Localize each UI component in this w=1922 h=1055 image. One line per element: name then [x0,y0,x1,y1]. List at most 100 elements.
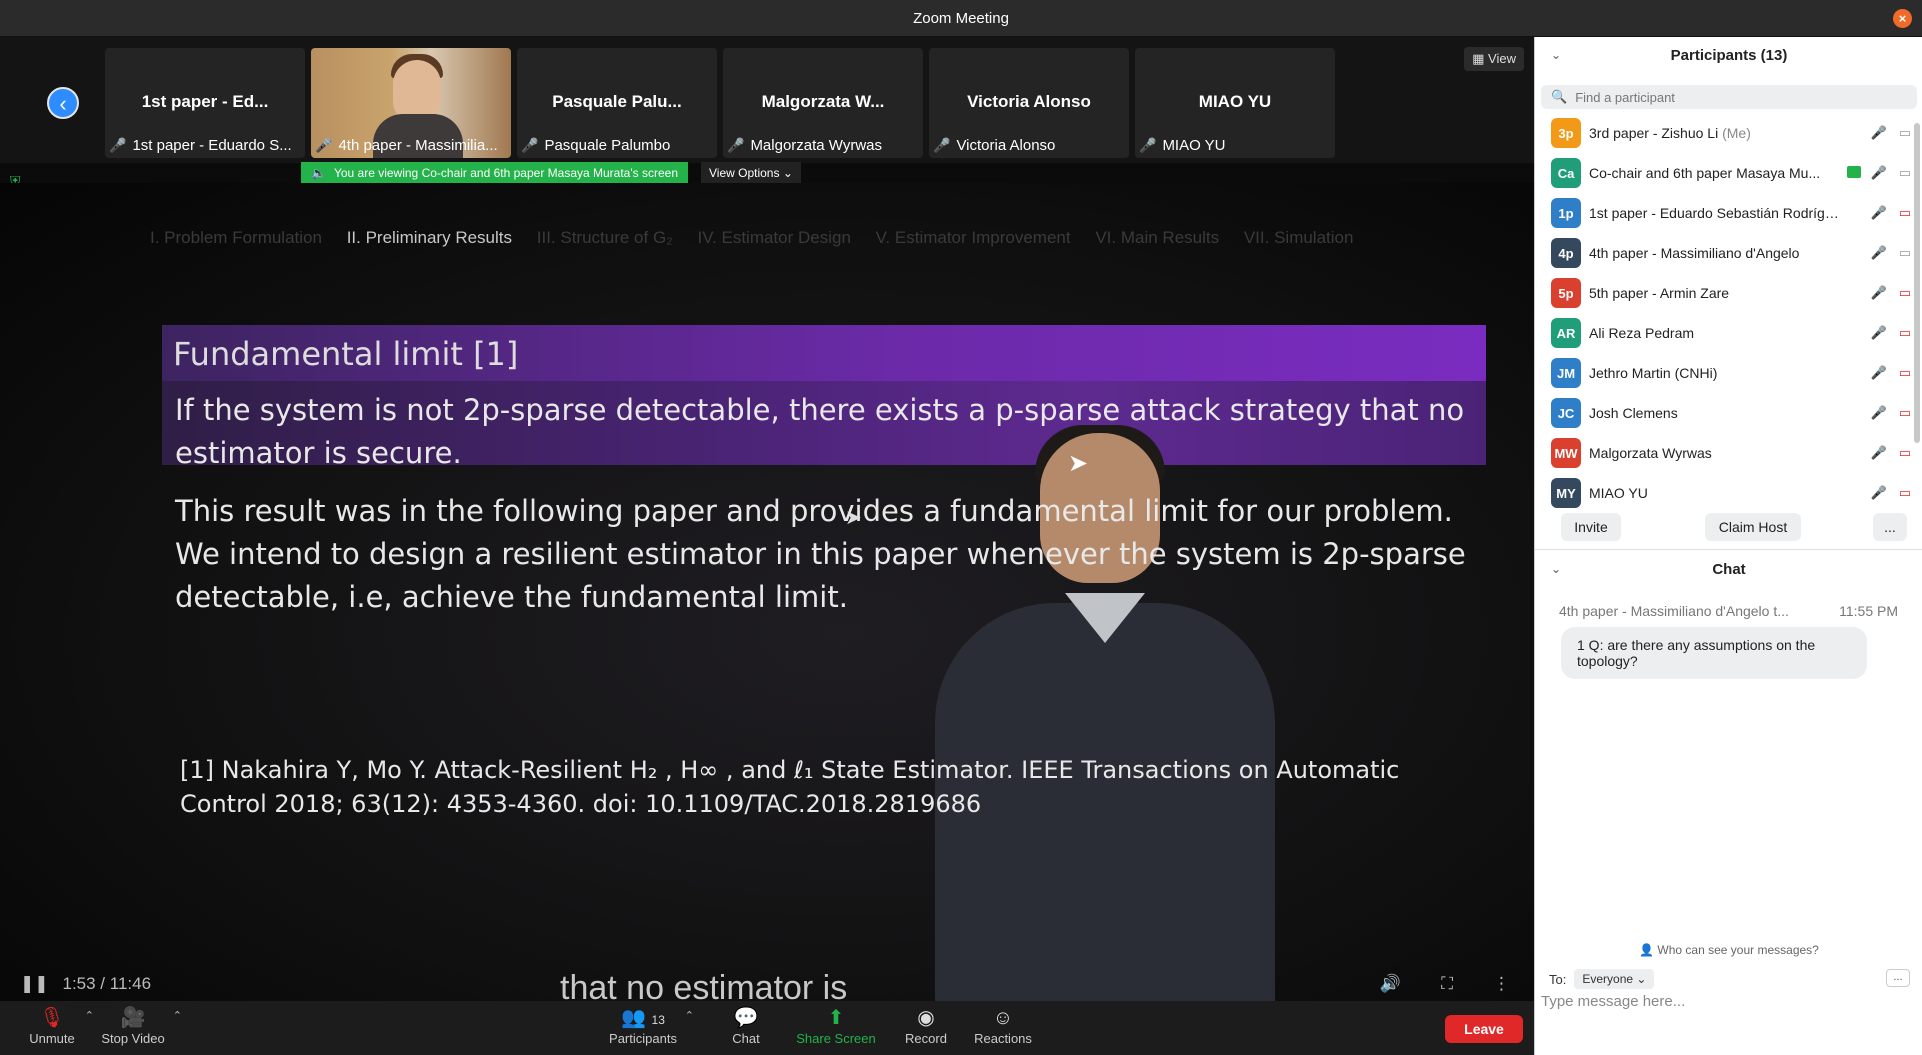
participant-name: Ali Reza Pedram [1589,325,1695,341]
video-off-icon: ▭ [1898,205,1911,220]
participant-row[interactable]: AR Ali Reza Pedram 🎤 ▭ [1535,313,1922,353]
video-tile[interactable]: MIAO YU 🎤 MIAO YU [1135,48,1335,158]
more-options-icon[interactable]: ⋮ [1493,974,1510,994]
audio-options-caret[interactable]: ⌃ [85,1009,94,1022]
previous-page-icon[interactable]: ‹ [47,87,79,119]
recipient-select[interactable]: Everyone ⌄ [1574,969,1655,989]
stop-video-button[interactable]: 🎥 Stop Video ⌃ [98,1005,182,1046]
video-on-icon: ▭ [1898,165,1911,180]
body-line: This result was in the following paper a… [175,494,1453,528]
participant-list: 3p 3rd paper - Zishuo Li (Me) 🎤 ▭ Ca Co-c… [1535,113,1922,513]
tile-label: 🎤 MIAO YU [1139,137,1226,154]
shared-screen: I. Problem Formulation II. Preliminary R… [0,183,1534,1001]
participant-row[interactable]: 5p 5th paper - Armin Zare 🎤 ▭ [1535,273,1922,313]
participant-row[interactable]: MW Malgorzata Wyrwas 🎤 ▭ [1535,433,1922,473]
muted-mic-icon: 🎤 [933,137,951,153]
close-window-icon[interactable]: × [1893,9,1912,28]
meeting-stage: ‹ 1st paper - Ed... 🎤 1st paper - Eduardo… [0,37,1534,1001]
participant-row[interactable]: Ca Co-chair and 6th paper Masaya Mu... 🎤… [1535,153,1922,193]
chat-button[interactable]: 💬 Chat [726,1005,766,1046]
recipient-row: To: Everyone ⌄ [1549,969,1655,989]
playback-controls: ❚❚ 1:53 / 11:46 [20,974,151,994]
block-line: estimator is secure. [175,436,462,470]
view-button[interactable]: ▦ View [1464,47,1524,71]
muted-mic-icon: 🎤 [1139,137,1157,153]
chat-message-input[interactable]: Type message here... [1541,993,1911,1017]
participant-row[interactable]: MY MIAO YU 🎤 ▭ [1535,473,1922,513]
chat-more-button[interactable]: ... [1886,969,1910,987]
avatar: Ca [1551,158,1581,188]
to-label: To: [1549,971,1567,987]
participant-row[interactable]: JM Jethro Martin (CNHi) 🎤 ▭ [1535,353,1922,393]
muted-mic-icon: 🎤 [727,137,745,153]
avatar: AR [1551,318,1581,348]
video-off-icon: ▭ [1898,285,1911,300]
tile-name: 1st paper - Ed... [141,92,269,111]
window-title: Zoom Meeting [913,9,1009,27]
participants-button[interactable]: 👥 13 Participants ⌃ [606,1005,694,1046]
slide-nav-item: V. Estimator Improvement [875,228,1071,247]
video-tile-active[interactable]: 🎤 4th paper - Massimilia... [311,48,511,158]
camera-icon: 🎥 [120,1007,146,1029]
participant-row[interactable]: JC Josh Clemens 🎤 ▭ [1535,393,1922,433]
more-participant-actions-button[interactable]: ... [1873,513,1907,541]
share-screen-button[interactable]: ⬆ Share Screen [792,1005,880,1046]
reference-line: [1] Nakahira Y, Mo Y. Attack-Resilient H… [180,756,1400,784]
participant-search[interactable]: 🔍 Find a participant [1541,85,1917,109]
tile-label: 🎤 1st paper - Eduardo S... [109,137,292,154]
volume-icon[interactable]: 🔊 [1380,974,1401,994]
participant-name: Malgorzata Wyrwas [1589,445,1712,461]
video-tile[interactable]: 1st paper - Ed... 🎤 1st paper - Eduardo S… [105,48,305,158]
side-panel: ⌄ Participants (13) 🔍 Find a participant… [1534,37,1922,1055]
tile-label: 🎤 4th paper - Massimilia... [315,137,498,154]
video-caption: that no estimator is [560,969,848,1001]
reactions-button[interactable]: ☺ Reactions [972,1005,1034,1046]
message-visibility-link[interactable]: 👤 Who can see your messages? [1535,943,1922,957]
claim-host-button[interactable]: Claim Host [1705,513,1801,541]
fullscreen-icon[interactable]: ⛶ [1441,974,1453,994]
pause-icon[interactable]: ❚❚ [20,974,49,994]
search-placeholder: Find a participant [1575,89,1675,105]
tile-label: 🎤 Victoria Alonso [933,137,1056,154]
video-on-icon: ▭ [1898,125,1911,140]
playback-time: 1:53 / 11:46 [62,974,152,993]
slide-nav-item: IV. Estimator Design [697,228,851,247]
video-strip: ‹ 1st paper - Ed... 🎤 1st paper - Eduardo… [0,37,1534,163]
view-options-button[interactable]: View Options ⌄ [701,162,801,184]
share-banner-text: You are viewing Co-chair and 6th paper M… [333,166,678,180]
message-time: 11:55 PM [1839,603,1898,619]
muted-mic-icon: 🎤 [109,137,127,153]
avatar: 1p [1551,198,1581,228]
avatar: 5p [1551,278,1581,308]
muted-mic-icon: 🎤 [1870,125,1887,140]
tile-label: 🎤 Pasquale Palumbo [521,137,671,154]
record-icon: ◉ [917,1007,935,1029]
participant-scrollbar[interactable] [1914,123,1920,443]
participant-row[interactable]: 1p 1st paper - Eduardo Sebastián Rodrígu… [1535,193,1922,233]
tile-label: 🎤 Malgorzata Wyrwas [727,137,883,154]
slide-title: Fundamental limit [1] [173,335,519,373]
participant-row[interactable]: 4p 4th paper - Massimiliano d'Angelo 🎤 ▭ [1535,233,1922,273]
invite-button[interactable]: Invite [1561,513,1621,541]
participants-title: Participants (13) [1670,46,1788,64]
unmute-button[interactable]: 🎙 Unmute ⌃ [24,1005,94,1046]
video-off-icon: ▭ [1898,445,1911,460]
muted-mic-icon: 🎤 [315,137,333,153]
participant-actions: Invite Claim Host ... [1535,513,1922,545]
slide-nav: I. Problem Formulation II. Preliminary R… [150,228,1373,248]
leave-button[interactable]: Leave [1445,1015,1523,1043]
participant-name: Jethro Martin (CNHi) [1589,365,1718,381]
video-tile[interactable]: Victoria Alonso 🎤 Victoria Alonso [929,48,1129,158]
participants-options-caret[interactable]: ⌃ [685,1009,694,1022]
video-tile[interactable]: Malgorzata W... 🎤 Malgorzata Wyrwas [723,48,923,158]
record-button[interactable]: ◉ Record [902,1005,950,1046]
slide-nav-item: VII. Simulation [1243,228,1354,247]
muted-mic-icon: 🎤 [1870,405,1887,420]
video-options-caret[interactable]: ⌃ [173,1009,182,1022]
collapse-chevron-icon[interactable]: ⌄ [1551,48,1561,62]
slide-nav-item: I. Problem Formulation [150,228,322,247]
participant-name: 5th paper - Armin Zare [1589,285,1730,301]
video-tile[interactable]: Pasquale Palu... 🎤 Pasquale Palumbo [517,48,717,158]
participant-row[interactable]: 3p 3rd paper - Zishuo Li (Me) 🎤 ▭ [1535,113,1922,153]
collapse-chevron-icon[interactable]: ⌄ [1551,562,1561,576]
